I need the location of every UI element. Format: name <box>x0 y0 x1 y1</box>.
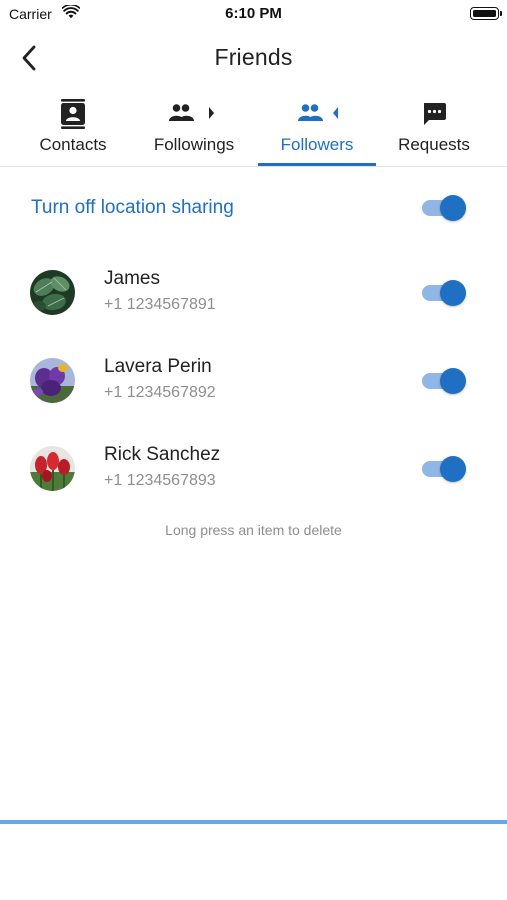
tab-contacts[interactable]: Contacts <box>30 96 116 166</box>
page-title: Friends <box>214 44 293 70</box>
follower-name: Rick Sanchez <box>104 444 221 465</box>
location-sharing-row: Turn off location sharing <box>0 188 507 228</box>
follower-phone: +1 1234567892 <box>104 384 216 401</box>
avatar <box>30 358 75 403</box>
tab-label: Requests <box>398 135 470 154</box>
follower-sharing-toggle[interactable] <box>420 280 466 306</box>
avatar <box>30 270 75 315</box>
location-sharing-toggle[interactable] <box>420 195 466 221</box>
tab-followers[interactable]: Followers <box>270 96 364 166</box>
tab-label: Contacts <box>39 135 107 154</box>
tab-requests[interactable]: Requests <box>392 96 476 166</box>
status-time: 6:10 PM <box>225 5 282 22</box>
follower-list-item[interactable]: James +1 1234567891 <box>0 258 507 328</box>
location-sharing-label: Turn off location sharing <box>31 197 234 218</box>
navigation-bar: Friends <box>0 36 507 80</box>
tab-label: Followers <box>280 135 354 154</box>
follower-sharing-toggle[interactable] <box>420 456 466 482</box>
people-arrow-left-icon <box>298 104 338 121</box>
status-bar: Carrier 6:10 PM <box>0 0 507 28</box>
people-arrow-right-icon <box>169 104 214 121</box>
bottom-progress-bar <box>0 820 507 824</box>
tab-bar: Contacts Followings Followers Requests <box>0 96 507 167</box>
follower-name: Lavera Perin <box>104 356 212 377</box>
follower-name: James <box>104 268 160 289</box>
contacts-book-icon <box>61 99 85 129</box>
follower-list-item[interactable]: Rick Sanchez +1 1234567893 <box>0 434 507 504</box>
chat-bubble-dots-icon <box>424 103 446 125</box>
avatar <box>30 446 75 491</box>
follower-sharing-toggle[interactable] <box>420 368 466 394</box>
delete-hint: Long press an item to delete <box>165 522 342 538</box>
follower-phone: +1 1234567893 <box>104 472 216 489</box>
active-tab-indicator <box>258 163 376 166</box>
tab-label: Followings <box>153 135 235 154</box>
follower-phone: +1 1234567891 <box>104 296 216 313</box>
battery-full-icon <box>470 7 502 20</box>
follower-list-item[interactable]: Lavera Perin +1 1234567892 <box>0 346 507 416</box>
friends-screen: Carrier 6:10 PM Friends Contacts Followi… <box>0 0 507 900</box>
tab-followings[interactable]: Followings <box>146 96 242 166</box>
